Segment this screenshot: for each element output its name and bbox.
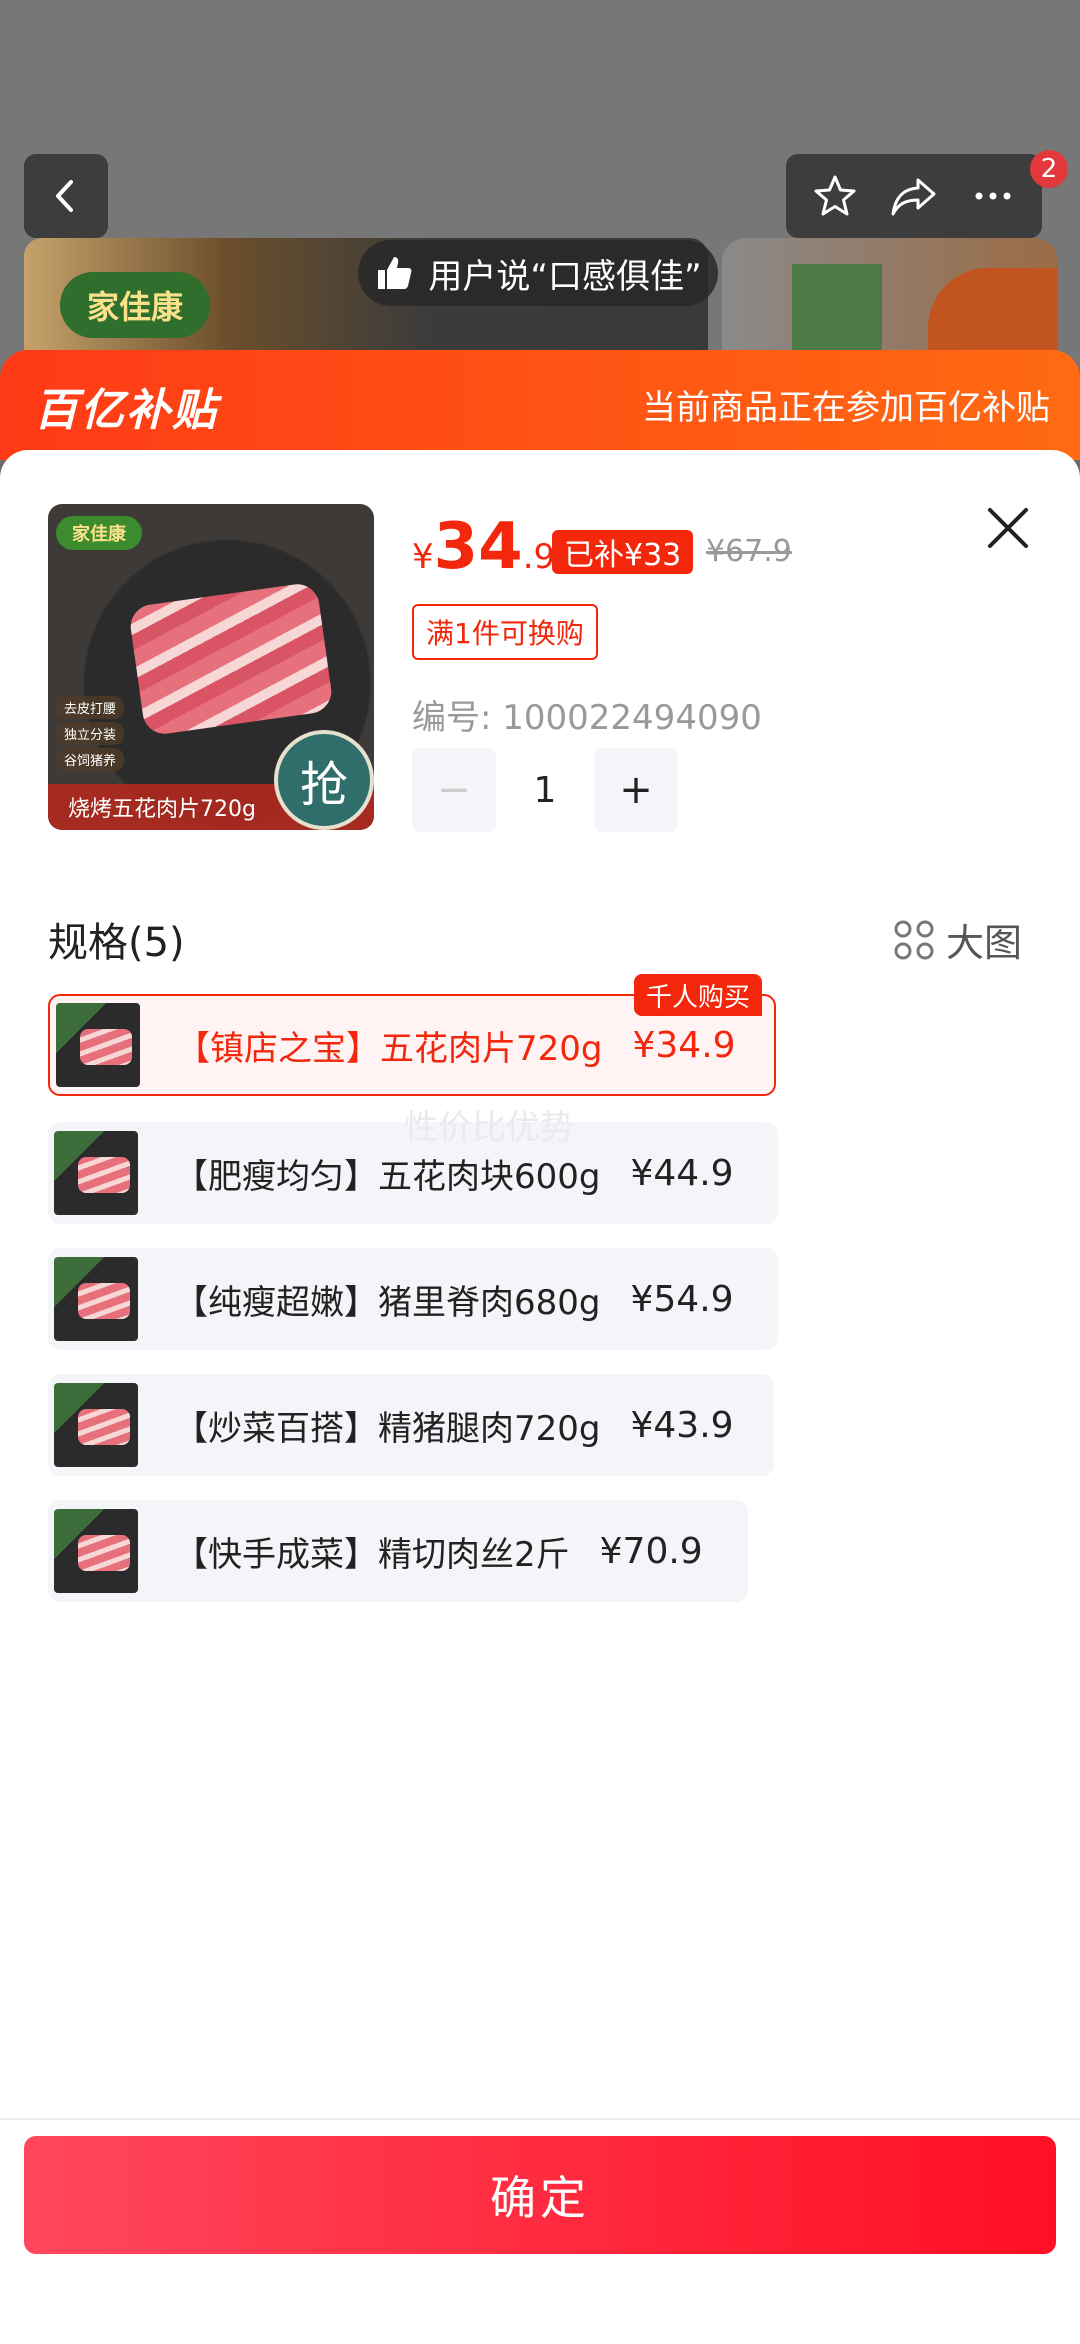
big-view-label: 大图 xyxy=(946,921,1023,965)
cart-badge: 2 xyxy=(1030,150,1068,188)
user-says-text: 用户说“口感俱佳” xyxy=(428,256,702,297)
thumbs-up-icon xyxy=(378,257,412,289)
spec-price: ¥34.9 xyxy=(632,1024,736,1066)
subsidy-badge: 已补¥33 xyxy=(552,530,694,574)
star-icon[interactable] xyxy=(811,172,859,220)
subsidy-banner: 百亿补贴 当前商品正在参加百亿补贴 xyxy=(0,350,1080,460)
spec-thumbnail xyxy=(54,1383,138,1467)
spec-thumbnail xyxy=(56,1003,140,1087)
spec-label: 【镇店之宝】五花肉片720g xyxy=(176,1028,603,1069)
price-integer: 34 xyxy=(433,510,523,584)
hero-side-image xyxy=(722,238,1058,354)
hot-tag: 千人购买 xyxy=(634,974,763,1016)
swap-tag[interactable]: 满1件可换购 xyxy=(412,604,598,660)
product-feature: 独立分装 xyxy=(56,722,125,745)
watermark-text: 性价比优势 xyxy=(404,1108,574,1148)
share-icon[interactable] xyxy=(888,172,940,220)
subsidy-banner-text: 当前商品正在参加百亿补贴 xyxy=(642,388,1050,428)
product-image[interactable]: 家佳康 去皮打腰 独立分装 谷饲猪养 烧烤五花肉片720g 抢 xyxy=(48,504,374,830)
spec-price: ¥44.9 xyxy=(630,1152,734,1194)
spec-item[interactable]: 【炒菜百搭】精猪腿肉720g ¥43.9 xyxy=(48,1374,774,1476)
big-view-toggle[interactable]: 大图 xyxy=(892,912,1022,967)
price-decimal: .9 xyxy=(522,537,556,577)
subsidy-logo: 百亿补贴 xyxy=(34,385,218,436)
quantity-stepper: − 1 + xyxy=(412,748,678,832)
chevron-left-icon xyxy=(56,180,73,212)
spec-thumbnail xyxy=(54,1131,138,1215)
spec-label: 【快手成菜】精切肉丝2斤 xyxy=(174,1534,570,1575)
spec-item[interactable]: 【快手成菜】精切肉丝2斤 ¥70.9 xyxy=(48,1500,748,1602)
meat-visual xyxy=(127,581,335,737)
spec-thumbnail xyxy=(54,1257,138,1341)
brand-logo: 家佳康 xyxy=(60,272,210,338)
spec-label: 【肥瘦均匀】五花肉块600g xyxy=(174,1156,601,1197)
user-says-pill: 用户说“口感俱佳” xyxy=(358,240,718,306)
sku-number: 编号: 100022494090 xyxy=(412,698,762,738)
side-tag xyxy=(928,268,1058,350)
product-pack-image xyxy=(792,264,882,354)
original-price: ¥67.9 xyxy=(706,534,792,569)
more-icon[interactable] xyxy=(969,172,1017,220)
spec-title: 规格(5) xyxy=(48,920,185,966)
close-button[interactable] xyxy=(980,500,1036,556)
spec-label: 【纯瘦超嫩】猪里脊肉680g xyxy=(174,1282,601,1323)
spec-thumbnail xyxy=(54,1509,138,1593)
footer-divider xyxy=(0,2118,1080,2120)
increase-button[interactable]: + xyxy=(594,748,678,832)
product-feature: 去皮打腰 xyxy=(56,696,125,719)
spec-label: 【炒菜百搭】精猪腿肉720g xyxy=(174,1408,601,1449)
spec-price: ¥54.9 xyxy=(630,1278,734,1320)
back-button[interactable] xyxy=(24,154,108,238)
close-icon xyxy=(988,508,1028,548)
quantity-value[interactable]: 1 xyxy=(496,770,594,811)
qiang-badge: 抢 xyxy=(274,730,374,830)
spec-item[interactable]: 【纯瘦超嫩】猪里脊肉680g ¥54.9 xyxy=(48,1248,778,1350)
product-feature: 谷饲猪养 xyxy=(56,748,125,771)
top-actions xyxy=(786,154,1042,238)
price: ¥ 34 .9 xyxy=(412,510,555,584)
spec-price: ¥43.9 xyxy=(630,1404,734,1446)
decrease-button[interactable]: − xyxy=(412,748,496,832)
confirm-button[interactable]: 确定 xyxy=(24,2136,1056,2254)
grid-icon xyxy=(894,920,934,959)
price-symbol: ¥ xyxy=(412,537,434,577)
spec-price: ¥70.9 xyxy=(599,1530,703,1572)
product-brand-logo: 家佳康 xyxy=(56,516,142,550)
